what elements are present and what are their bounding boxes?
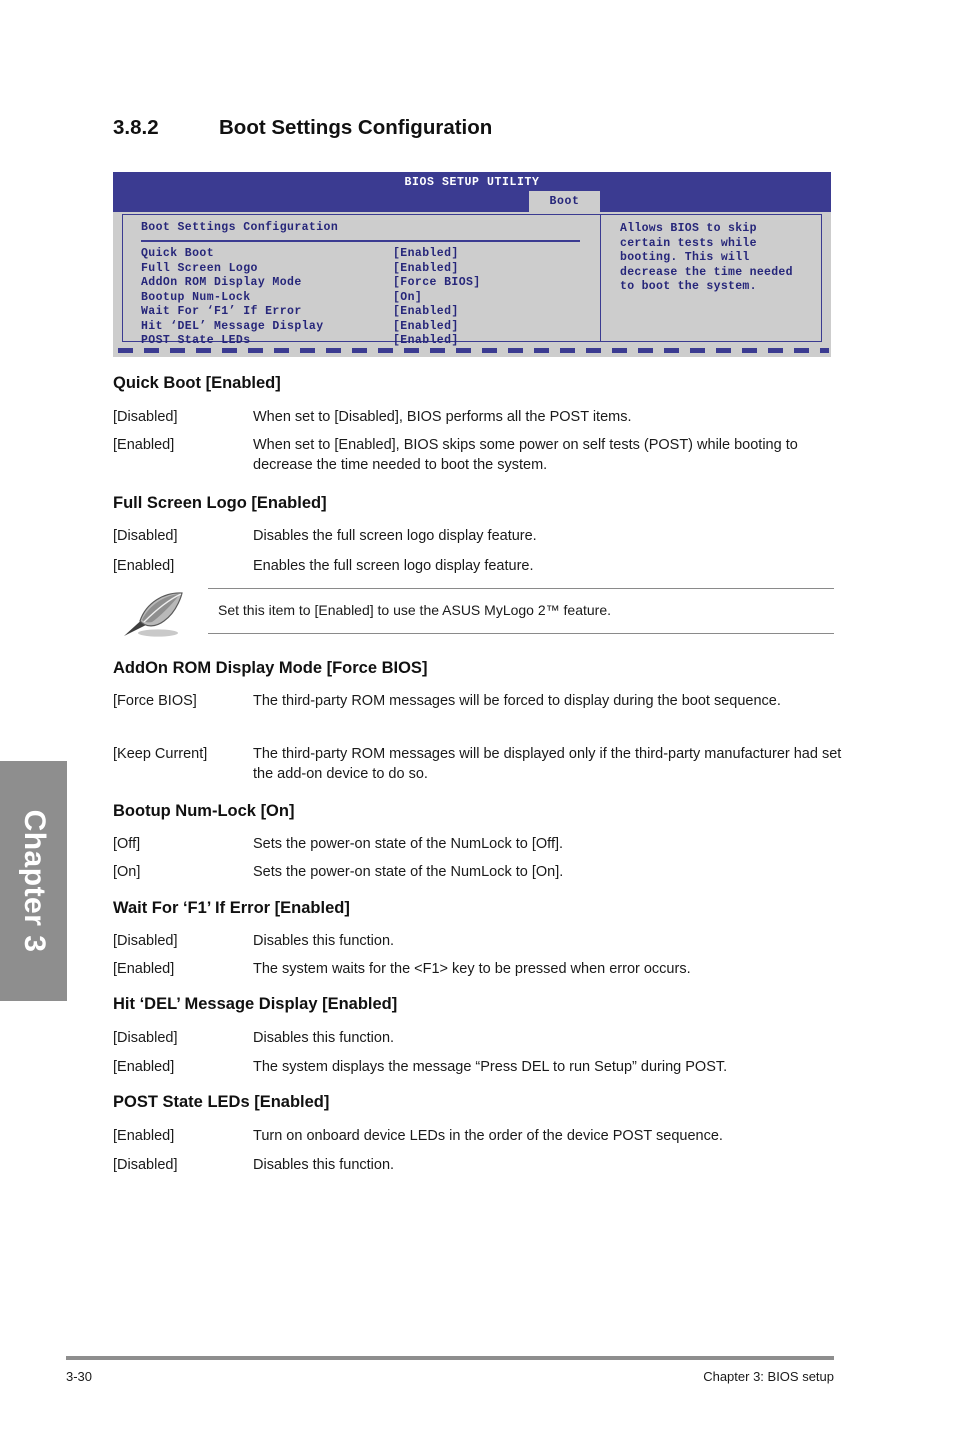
option-key: [Disabled] xyxy=(113,409,178,425)
bios-help-text: Allows BIOS to skip certain tests while … xyxy=(620,222,793,293)
bios-setting-row[interactable]: Wait For ‘F1’ If Error [Enabled] xyxy=(141,305,591,320)
bios-help-panel: Allows BIOS to skip certain tests while … xyxy=(600,214,822,342)
option-heading-quick-boot: Quick Boot [Enabled] xyxy=(113,374,281,392)
footer-page-number: 3-30 xyxy=(66,1369,93,1384)
bios-setting-value[interactable]: [On] xyxy=(393,291,422,306)
option-key: [Enabled] xyxy=(113,558,175,574)
bios-setting-value[interactable]: [Enabled] xyxy=(393,262,459,277)
option-key: [Disabled] xyxy=(113,1030,178,1046)
bios-setting-row[interactable]: Full Screen Logo [Enabled] xyxy=(141,262,591,277)
option-heading-addon-rom-display-mode: AddOn ROM Display Mode [Force BIOS] xyxy=(113,659,428,677)
bios-setup-screenshot: BIOS SETUP UTILITY Boot Boot Settings Co… xyxy=(113,172,831,357)
option-description: Disables the full screen logo display fe… xyxy=(253,528,537,544)
option-description: The third-party ROM messages will be for… xyxy=(253,693,781,709)
option-row: [Enabled] Enables the full screen logo d… xyxy=(113,557,843,577)
bios-tab-boot[interactable]: Boot xyxy=(529,191,600,212)
option-heading-hit-del-message-display: Hit ‘DEL’ Message Display [Enabled] xyxy=(113,995,398,1013)
bios-setting-name: Wait For ‘F1’ If Error xyxy=(141,305,302,318)
option-key: [Disabled] xyxy=(113,528,178,544)
option-row: [Disabled] When set to [Disabled], BIOS … xyxy=(113,408,843,428)
page-title: 3.8.2 Boot Settings Configuration xyxy=(113,116,843,140)
bios-setting-value[interactable]: [Enabled] xyxy=(393,320,459,335)
option-key: [Enabled] xyxy=(113,1059,175,1075)
bios-dashed-divider xyxy=(113,346,831,357)
option-key: [Disabled] xyxy=(113,1157,178,1173)
option-description: The system displays the message “Press D… xyxy=(253,1059,728,1075)
option-row: [Keep Current] The third-party ROM messa… xyxy=(113,745,843,784)
bios-body: Boot Settings Configuration Quick Boot [… xyxy=(113,212,831,347)
note-text: Set this item to [Enabled] to use the AS… xyxy=(218,602,611,618)
bios-setting-row[interactable]: Hit ‘DEL’ Message Display [Enabled] xyxy=(141,320,591,335)
quill-pen-icon xyxy=(116,589,194,639)
option-description: Sets the power-on state of the NumLock t… xyxy=(253,864,564,880)
option-description: Enables the full screen logo display fea… xyxy=(253,558,534,574)
bios-setting-row[interactable]: AddOn ROM Display Mode [Force BIOS] xyxy=(141,276,591,291)
bios-setting-value[interactable]: [Force BIOS] xyxy=(393,276,481,291)
option-key: [Keep Current] xyxy=(113,746,208,762)
option-key: [Off] xyxy=(113,836,141,852)
bios-setting-name: Hit ‘DEL’ Message Display xyxy=(141,319,324,333)
option-row: [Disabled] Disables the full screen logo… xyxy=(113,527,843,547)
option-row: [Enabled] When set to [Enabled], BIOS sk… xyxy=(113,436,843,475)
option-key: [Enabled] xyxy=(113,961,175,977)
note-callout: Set this item to [Enabled] to use the AS… xyxy=(208,588,834,634)
option-row: [Off] Sets the power-on state of the Num… xyxy=(113,835,843,855)
section-number: 3.8.2 xyxy=(113,116,159,139)
bios-section-underline xyxy=(141,240,580,242)
option-key: [Force BIOS] xyxy=(113,693,197,709)
page-content: 3.8.2 Boot Settings Configuration BIOS S… xyxy=(0,0,954,1438)
option-row: [On] Sets the power-on state of the NumL… xyxy=(113,863,843,883)
bios-setting-value[interactable]: [Enabled] xyxy=(393,305,459,320)
footer-divider xyxy=(66,1356,834,1360)
option-row: [Disabled] Disables this function. xyxy=(113,1029,843,1049)
bios-setting-row[interactable]: Quick Boot [Enabled] xyxy=(141,247,591,262)
option-key: [Disabled] xyxy=(113,933,178,949)
option-description: Disables this function. xyxy=(253,933,395,949)
bios-utility-title: BIOS SETUP UTILITY xyxy=(404,176,540,189)
option-row: [Enabled] The system displays the messag… xyxy=(113,1058,843,1078)
section-title: Boot Settings Configuration xyxy=(219,116,493,139)
option-heading-bootup-num-lock: Bootup Num-Lock [On] xyxy=(113,802,295,820)
option-row: [Disabled] Disables this function. xyxy=(113,932,843,952)
option-key: [Enabled] xyxy=(113,437,175,453)
option-description: The third-party ROM messages will be dis… xyxy=(253,746,842,782)
bios-setting-name: AddOn ROM Display Mode xyxy=(141,276,302,289)
option-description: Turn on onboard device LEDs in the order… xyxy=(253,1128,723,1144)
bios-settings-list: Quick Boot [Enabled] Full Screen Logo [E… xyxy=(141,247,591,349)
bios-setting-name: Quick Boot xyxy=(141,247,215,260)
option-description: Disables this function. xyxy=(253,1157,395,1173)
bios-setting-row[interactable]: Bootup Num-Lock [On] xyxy=(141,291,591,306)
option-description: When set to [Enabled], BIOS skips some p… xyxy=(253,437,798,473)
option-description: Disables this function. xyxy=(253,1030,395,1046)
bios-titlebar: BIOS SETUP UTILITY Boot xyxy=(113,172,831,212)
bios-section-title: Boot Settings Configuration xyxy=(141,221,339,234)
option-row: [Enabled] The system waits for the <F1> … xyxy=(113,960,843,980)
option-key: [Enabled] xyxy=(113,1128,175,1144)
option-row: [Force BIOS] The third-party ROM message… xyxy=(113,692,843,712)
option-description: Sets the power-on state of the NumLock t… xyxy=(253,836,564,852)
option-row: [Disabled] Disables this function. xyxy=(113,1156,843,1176)
footer-chapter-label: Chapter 3: BIOS setup xyxy=(703,1369,834,1384)
option-description: The system waits for the <F1> key to be … xyxy=(253,961,691,977)
option-row: [Enabled] Turn on onboard device LEDs in… xyxy=(113,1127,843,1147)
bios-settings-panel: Boot Settings Configuration Quick Boot [… xyxy=(122,214,600,347)
dashed-line xyxy=(118,348,829,353)
option-key: [On] xyxy=(113,864,141,880)
option-heading-wait-for-f1-if-error: Wait For ‘F1’ If Error [Enabled] xyxy=(113,899,350,917)
bios-setting-name: Full Screen Logo xyxy=(141,261,258,275)
option-heading-post-state-leds: POST State LEDs [Enabled] xyxy=(113,1093,330,1111)
option-heading-full-screen-logo: Full Screen Logo [Enabled] xyxy=(113,494,327,512)
bios-setting-value[interactable]: [Enabled] xyxy=(393,247,459,262)
option-description: When set to [Disabled], BIOS performs al… xyxy=(253,409,632,425)
bios-setting-name: Bootup Num-Lock xyxy=(141,290,251,304)
